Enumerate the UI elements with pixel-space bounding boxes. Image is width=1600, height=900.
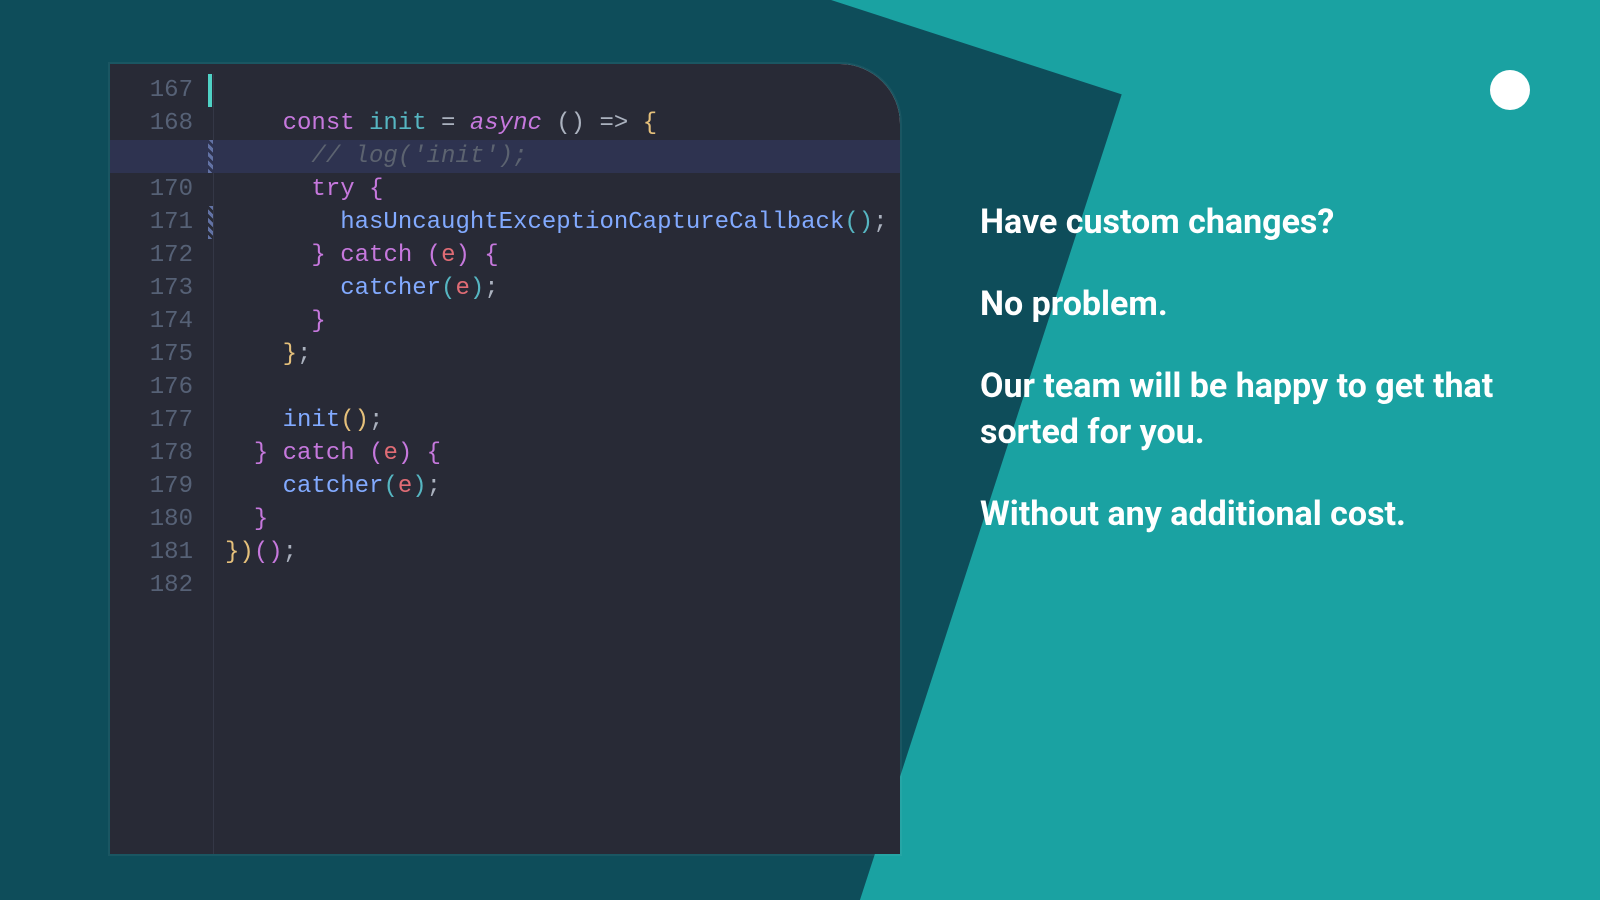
code-line[interactable]: 173 catcher(e); xyxy=(110,272,900,305)
code-content: catcher(e); xyxy=(205,272,499,305)
copy-line-2: No problem. xyxy=(980,282,1500,328)
code-editor-panel: 167168 const init = async () => {169 // … xyxy=(110,64,900,854)
line-number: 169 xyxy=(110,140,205,173)
code-content: } catch (e) { xyxy=(205,239,499,272)
code-line[interactable]: 172 } catch (e) { xyxy=(110,239,900,272)
line-number: 175 xyxy=(110,338,205,371)
line-number: 174 xyxy=(110,305,205,338)
code-content: }; xyxy=(205,338,311,371)
code-line[interactable]: 181})(); xyxy=(110,536,900,569)
slide: 167168 const init = async () => {169 // … xyxy=(0,0,1600,900)
line-number: 182 xyxy=(110,569,205,602)
code-line[interactable]: 176 xyxy=(110,371,900,404)
code-content: } catch (e) { xyxy=(205,437,441,470)
line-number: 179 xyxy=(110,470,205,503)
line-number: 168 xyxy=(110,107,205,140)
code-content: } xyxy=(205,305,326,338)
code-content: catcher(e); xyxy=(205,470,441,503)
code-line[interactable]: 182 xyxy=(110,569,900,602)
copy-line-4: Without any additional cost. xyxy=(980,492,1500,538)
decorative-dot xyxy=(1490,70,1530,110)
code-line[interactable]: 179 catcher(e); xyxy=(110,470,900,503)
marketing-copy: Have custom changes? No problem. Our tea… xyxy=(980,200,1500,573)
code-content: } xyxy=(205,503,268,536)
copy-line-1: Have custom changes? xyxy=(980,200,1500,246)
code-content: hasUncaughtExceptionCaptureCallback(); xyxy=(205,206,888,239)
line-number: 178 xyxy=(110,437,205,470)
code-content: })(); xyxy=(205,536,297,569)
code-content: const init = async () => { xyxy=(205,107,657,140)
code-line[interactable]: 180 } xyxy=(110,503,900,536)
line-number: 181 xyxy=(110,536,205,569)
line-number: 172 xyxy=(110,239,205,272)
code-content: // log('init'); xyxy=(205,140,527,173)
code-content: try { xyxy=(205,173,383,206)
git-diff-marker xyxy=(208,140,213,173)
line-number: 176 xyxy=(110,371,205,404)
line-number: 167 xyxy=(110,74,205,107)
line-number: 180 xyxy=(110,503,205,536)
code-line[interactable]: 174 } xyxy=(110,305,900,338)
code-line[interactable]: 168 const init = async () => { xyxy=(110,107,900,140)
code-line[interactable]: 178 } catch (e) { xyxy=(110,437,900,470)
code-line[interactable]: 171 hasUncaughtExceptionCaptureCallback(… xyxy=(110,206,900,239)
code-line[interactable]: 167 xyxy=(110,74,900,107)
code-line[interactable]: 175 }; xyxy=(110,338,900,371)
code-line[interactable]: 170 try { xyxy=(110,173,900,206)
copy-line-3: Our team will be happy to get that sorte… xyxy=(980,364,1500,456)
git-diff-marker xyxy=(208,206,213,239)
code-line[interactable]: 169 // log('init'); xyxy=(110,140,900,173)
line-number: 177 xyxy=(110,404,205,437)
code-editor[interactable]: 167168 const init = async () => {169 // … xyxy=(110,64,900,854)
code-line[interactable]: 177 init(); xyxy=(110,404,900,437)
line-number: 170 xyxy=(110,173,205,206)
line-number: 173 xyxy=(110,272,205,305)
line-number: 171 xyxy=(110,206,205,239)
code-content: init(); xyxy=(205,404,383,437)
